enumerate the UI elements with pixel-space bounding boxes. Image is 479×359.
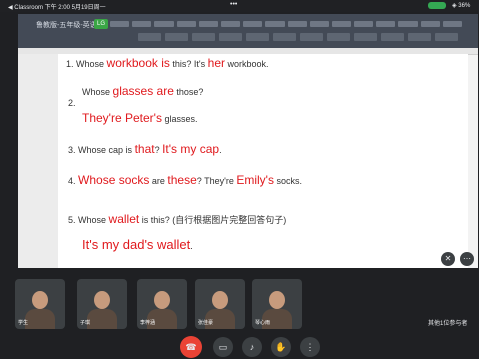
avatar: [32, 291, 48, 309]
participant-name: 张佳豪: [198, 320, 214, 326]
answer-line-2b: They're Peter's glasses.: [82, 111, 198, 125]
camera-icon[interactable]: ▭: [213, 337, 233, 357]
participant-name: 子琪: [80, 320, 91, 326]
status-right: ◈ 36%: [452, 3, 471, 9]
options-icon[interactable]: ⋮: [300, 337, 320, 357]
answer-line-3: 3. Whose cap is that? It's my cap.: [68, 142, 222, 156]
call-controls: ☎ ▭ ♪ ✋ ⋮: [0, 335, 479, 359]
answer-line-1: 1. Whose workbook is this? It's her work…: [66, 56, 269, 70]
status-bar: ◀ Classroom 下午 2:00 5月19日周一 ••• ◈ 36%: [0, 0, 479, 12]
toolbar-row-2[interactable]: [138, 33, 458, 41]
participant-tile[interactable]: 琴心雨: [252, 279, 302, 329]
shared-document: 鲁教版-五年级-英语 ▸ LG 1. Whose workbook is thi…: [18, 14, 478, 268]
raise-hand-icon[interactable]: ✋: [271, 337, 291, 357]
participant-tile[interactable]: 李梓涵: [137, 279, 187, 329]
mic-icon[interactable]: ♪: [242, 337, 262, 357]
doc-filename[interactable]: 鲁教版-五年级-英语 ▸: [36, 20, 102, 30]
status-left: ◀ Classroom 下午 2:00 5月19日周一: [8, 5, 106, 11]
doc-page: 1. Whose workbook is this? It's her work…: [58, 54, 468, 268]
participant-name: 李梓涵: [140, 320, 156, 326]
battery-icon: [428, 2, 446, 9]
avatar: [269, 291, 285, 309]
others-label[interactable]: 其他1位参与者: [428, 318, 467, 327]
doc-badge[interactable]: LG: [94, 19, 108, 29]
answer-num-2: 2.: [68, 98, 76, 108]
participant-tile[interactable]: 子琪: [77, 279, 127, 329]
doc-toolbar: 鲁教版-五年级-英语 ▸ LG: [18, 14, 478, 48]
answer-line-5b: It's my dad's wallet.: [82, 237, 193, 252]
more-icon[interactable]: ⋯: [460, 252, 474, 266]
participant-tile[interactable]: 学生: [15, 279, 65, 329]
avatar: [212, 291, 228, 309]
doc-gutter: [18, 54, 58, 268]
mic-off-icon[interactable]: ✕: [441, 252, 455, 266]
answer-line-5: 5. Whose wallet is this? (自行根据图片完整回答句子): [68, 212, 287, 226]
answer-line-2: Whose glasses are those?: [82, 84, 204, 98]
participant-name: 琴心雨: [255, 320, 271, 326]
participant-name: 学生: [18, 320, 29, 326]
participant-tile[interactable]: 张佳豪: [195, 279, 245, 329]
status-center: •••: [230, 1, 238, 8]
answer-line-4: 4. Whose socks are these? They're Emily'…: [68, 173, 302, 187]
avatar: [94, 291, 110, 309]
toolbar-row-1[interactable]: [110, 21, 462, 27]
hangup-icon[interactable]: ☎: [180, 336, 202, 358]
avatar: [154, 291, 170, 309]
